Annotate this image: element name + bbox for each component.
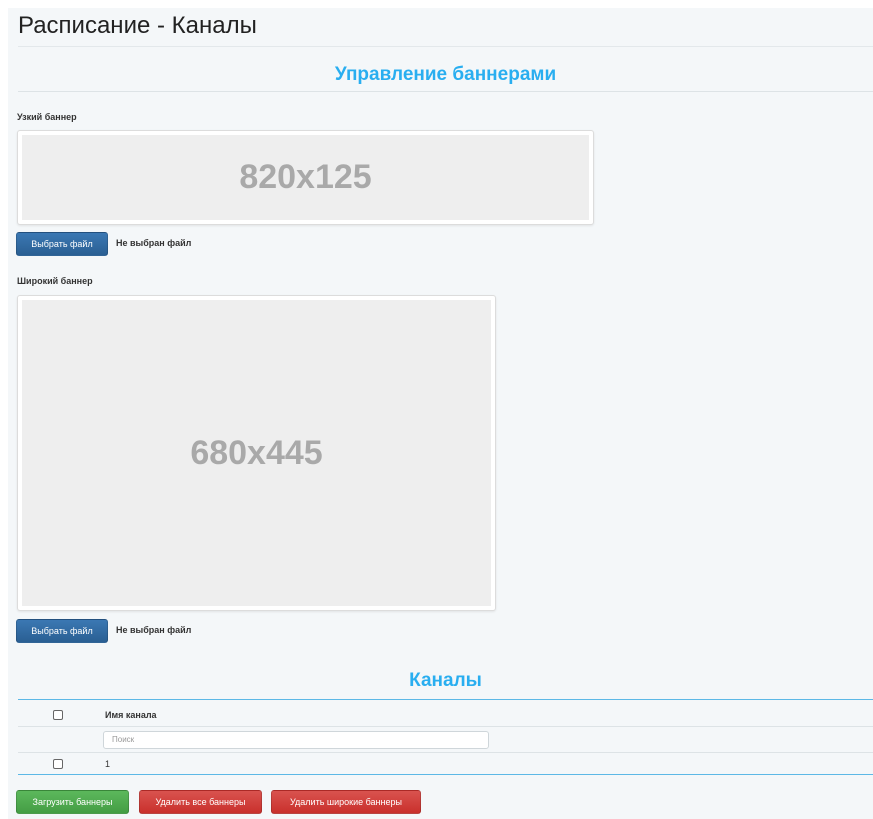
table-header-divider — [18, 726, 873, 727]
table-filter-divider — [18, 752, 873, 753]
delete-all-banners-button[interactable]: Удалить все баннеры — [139, 790, 262, 814]
channels-section-title: Каналы — [409, 670, 482, 691]
wide-banner-label: Широкий баннер — [17, 276, 93, 286]
title-divider — [18, 46, 873, 47]
banners-section-divider — [18, 91, 873, 92]
delete-wide-banners-button[interactable]: Удалить широкие баннеры — [271, 790, 421, 814]
narrow-file-status: Не выбран файл — [116, 238, 192, 248]
narrow-choose-file-button[interactable]: Выбрать файл — [16, 232, 108, 256]
column-header-channel-name[interactable]: Имя канала — [105, 710, 157, 720]
banners-section-title: Управление баннерами — [334, 64, 557, 85]
narrow-banner-placeholder: 820x125 — [22, 135, 589, 220]
channel-name-cell: 1 — [105, 759, 111, 769]
wide-banner-placeholder: 680x445 — [22, 300, 491, 606]
upload-banners-button[interactable]: Загрузить баннеры — [16, 790, 129, 814]
narrow-banner-label: Узкий баннер — [17, 112, 77, 122]
channels-table-bottom-border — [18, 774, 873, 775]
page-title: Расписание - Каналы — [18, 12, 257, 39]
row-checkbox[interactable] — [53, 759, 63, 769]
channel-search-input[interactable]: Поиск — [103, 731, 489, 749]
wide-file-status: Не выбран файл — [116, 625, 192, 635]
narrow-banner-preview: 820x125 — [17, 130, 594, 225]
wide-banner-preview: 680x445 — [17, 295, 496, 611]
wide-choose-file-button[interactable]: Выбрать файл — [16, 619, 108, 643]
channels-table-top-border — [18, 699, 873, 700]
select-all-checkbox[interactable] — [53, 710, 63, 720]
